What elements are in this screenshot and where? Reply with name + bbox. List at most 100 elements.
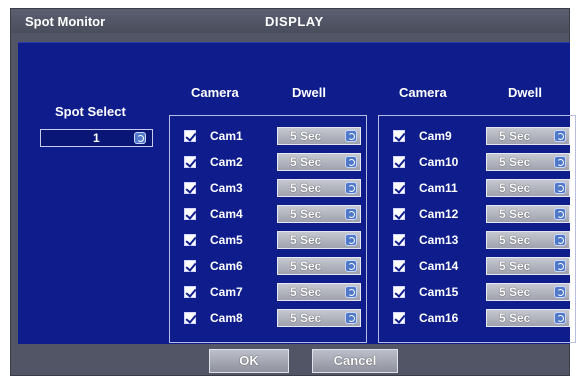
dwell-spinner[interactable]: 5 Sec [277, 153, 361, 171]
camera-checkbox[interactable] [184, 234, 196, 246]
dwell-value: 5 Sec [499, 233, 531, 247]
camera-label: Cam1 [210, 129, 243, 143]
dwell-spinner[interactable]: 5 Sec [486, 231, 570, 249]
camera-label: Cam10 [419, 155, 459, 169]
camera-row: Cam9 5 Sec [379, 126, 575, 146]
dwell-value: 5 Sec [499, 259, 531, 273]
camera-header-left: Camera [191, 85, 239, 100]
spin-icon[interactable] [345, 156, 357, 168]
spin-icon[interactable] [554, 312, 566, 324]
dwell-spinner[interactable]: 5 Sec [277, 127, 361, 145]
camera-group-1-8: Cam1 5 Sec Cam2 5 Sec Cam3 5 Sec Cam4 5 Sec Cam5… [169, 115, 367, 343]
cancel-button[interactable]: Cancel [312, 349, 398, 373]
camera-checkbox[interactable] [393, 260, 405, 272]
dwell-value: 5 Sec [290, 233, 322, 247]
spin-icon[interactable] [345, 312, 357, 324]
dwell-value: 5 Sec [499, 129, 531, 143]
dwell-spinner[interactable]: 5 Sec [277, 231, 361, 249]
dwell-value: 5 Sec [499, 311, 531, 325]
spin-icon[interactable] [345, 260, 357, 272]
dwell-spinner[interactable]: 5 Sec [486, 257, 570, 275]
spin-icon[interactable] [134, 132, 146, 144]
spin-icon[interactable] [554, 130, 566, 142]
spin-icon[interactable] [554, 208, 566, 220]
dwell-value: 5 Sec [290, 285, 322, 299]
dwell-spinner[interactable]: 5 Sec [486, 283, 570, 301]
dwell-value: 5 Sec [290, 259, 322, 273]
camera-checkbox[interactable] [393, 312, 405, 324]
camera-label: Cam6 [210, 259, 243, 273]
camera-checkbox[interactable] [393, 182, 405, 194]
camera-row: Cam6 5 Sec [170, 256, 366, 276]
dwell-value: 5 Sec [290, 207, 322, 221]
camera-label: Cam12 [419, 207, 459, 221]
camera-label: Cam15 [419, 285, 459, 299]
camera-checkbox[interactable] [393, 286, 405, 298]
camera-checkbox[interactable] [184, 130, 196, 142]
camera-row: Cam5 5 Sec [170, 230, 366, 250]
camera-checkbox[interactable] [393, 234, 405, 246]
camera-group-9-16: Cam9 5 Sec Cam10 5 Sec Cam11 5 Sec Cam12 5 Sec C… [378, 115, 576, 343]
camera-label: Cam2 [210, 155, 243, 169]
camera-checkbox[interactable] [184, 286, 196, 298]
dwell-spinner[interactable]: 5 Sec [277, 283, 361, 301]
spin-icon[interactable] [554, 260, 566, 272]
spin-icon[interactable] [345, 182, 357, 194]
camera-label: Cam14 [419, 259, 459, 273]
spot-select-spinner[interactable]: 1 [40, 129, 153, 147]
dwell-spinner[interactable]: 5 Sec [486, 179, 570, 197]
camera-row: Cam12 5 Sec [379, 204, 575, 224]
camera-checkbox[interactable] [184, 208, 196, 220]
dwell-header-left: Dwell [292, 85, 326, 100]
spin-icon[interactable] [345, 286, 357, 298]
camera-checkbox[interactable] [393, 208, 405, 220]
dwell-value: 5 Sec [499, 155, 531, 169]
camera-label: Cam16 [419, 311, 459, 325]
spin-icon[interactable] [554, 286, 566, 298]
ok-button[interactable]: OK [209, 349, 289, 373]
dwell-spinner[interactable]: 5 Sec [277, 257, 361, 275]
dwell-spinner[interactable]: 5 Sec [277, 205, 361, 223]
camera-label: Cam9 [419, 129, 452, 143]
camera-row: Cam7 5 Sec [170, 282, 366, 302]
dwell-spinner[interactable]: 5 Sec [277, 309, 361, 327]
dwell-spinner[interactable]: 5 Sec [486, 127, 570, 145]
camera-row: Cam13 5 Sec [379, 230, 575, 250]
camera-label: Cam5 [210, 233, 243, 247]
camera-row: Cam1 5 Sec [170, 126, 366, 146]
spot-select-value: 1 [93, 131, 100, 145]
dwell-value: 5 Sec [290, 181, 322, 195]
title-bar: Spot Monitor DISPLAY [11, 9, 569, 33]
spot-monitor-window: Spot Monitor DISPLAY Spot Select 1 Camer… [10, 8, 576, 376]
spin-icon[interactable] [345, 208, 357, 220]
spin-icon[interactable] [554, 234, 566, 246]
camera-label: Cam3 [210, 181, 243, 195]
camera-row: Cam8 5 Sec [170, 308, 366, 328]
camera-label: Cam7 [210, 285, 243, 299]
camera-checkbox[interactable] [184, 260, 196, 272]
camera-row: Cam16 5 Sec [379, 308, 575, 328]
dwell-spinner[interactable]: 5 Sec [486, 153, 570, 171]
dwell-value: 5 Sec [290, 155, 322, 169]
spin-icon[interactable] [554, 156, 566, 168]
dwell-spinner[interactable]: 5 Sec [486, 309, 570, 327]
dwell-value: 5 Sec [499, 285, 531, 299]
camera-checkbox[interactable] [393, 156, 405, 168]
spin-icon[interactable] [345, 130, 357, 142]
camera-header-right: Camera [399, 85, 447, 100]
camera-row: Cam2 5 Sec [170, 152, 366, 172]
dwell-spinner[interactable]: 5 Sec [486, 205, 570, 223]
dwell-spinner[interactable]: 5 Sec [277, 179, 361, 197]
camera-row: Cam3 5 Sec [170, 178, 366, 198]
camera-checkbox[interactable] [393, 130, 405, 142]
camera-row: Cam4 5 Sec [170, 204, 366, 224]
spin-icon[interactable] [345, 234, 357, 246]
dwell-value: 5 Sec [499, 207, 531, 221]
camera-label: Cam8 [210, 311, 243, 325]
spin-icon[interactable] [554, 182, 566, 194]
display-title: DISPLAY [265, 14, 324, 29]
dwell-value: 5 Sec [290, 129, 322, 143]
camera-checkbox[interactable] [184, 156, 196, 168]
camera-checkbox[interactable] [184, 182, 196, 194]
camera-checkbox[interactable] [184, 312, 196, 324]
